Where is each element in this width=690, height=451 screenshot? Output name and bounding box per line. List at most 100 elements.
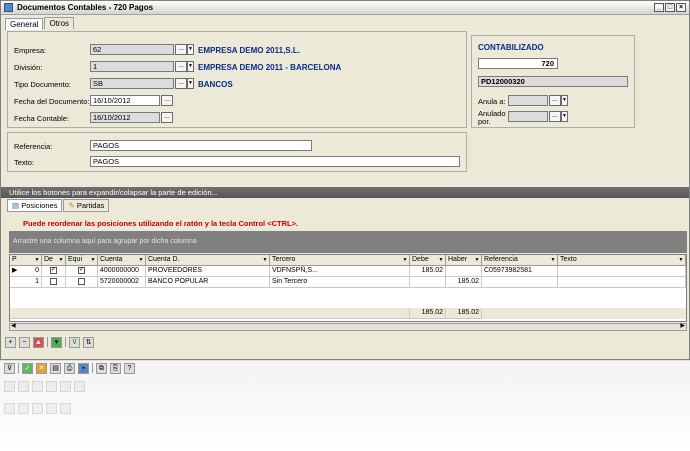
close-button[interactable]: ×: [676, 3, 686, 12]
expand-hint-bar[interactable]: Utilice los botones para expandir/colaps…: [1, 187, 689, 198]
anulado-dropdown-button[interactable]: ▼: [561, 111, 568, 122]
delete-icon[interactable]: ▲: [33, 336, 44, 348]
fecha-doc-field[interactable]: 16/10/2012: [90, 95, 160, 106]
status-text: CONTABILIZADO: [478, 43, 544, 52]
attach-icon[interactable]: ⎘: [110, 362, 121, 374]
division-field[interactable]: 1: [90, 61, 174, 72]
document-icon[interactable]: ▤: [50, 362, 61, 374]
haber-cell[interactable]: [446, 266, 482, 277]
fecha-doc-calendar-button[interactable]: ...: [161, 95, 173, 106]
texto-input[interactable]: PAGOS: [90, 156, 460, 167]
filter-icon[interactable]: ⊽: [69, 336, 80, 348]
anulado-lookup-button[interactable]: ...: [549, 111, 561, 122]
tab-general[interactable]: General: [5, 18, 44, 30]
col-header-texto[interactable]: Texto ▼: [558, 255, 686, 266]
print-icon[interactable]: ⎙: [64, 362, 75, 374]
texto-cell[interactable]: [558, 277, 686, 288]
horizontal-scrollbar[interactable]: ◀ ▶: [9, 323, 687, 331]
reflection-icon: [32, 402, 43, 414]
anula-lookup-button[interactable]: ...: [549, 95, 561, 106]
haber-cell[interactable]: 185.02: [446, 277, 482, 288]
col-header-debe[interactable]: Debe ▼: [410, 255, 446, 266]
col-header-tercero[interactable]: Tercero ▼: [270, 255, 410, 266]
equi-checkbox[interactable]: ✓: [78, 266, 85, 274]
reflection-icon: [18, 402, 29, 414]
main-toolbar: ⊽ ✓ ✕ ▤ ⎙ ▪ ⧉ ⎘ ?: [4, 361, 135, 375]
equi-checkbox[interactable]: [78, 277, 85, 285]
anula-dropdown-button[interactable]: ▼: [561, 95, 568, 106]
tercero-cell[interactable]: Sin Tercero: [270, 277, 410, 288]
export-icon[interactable]: ▾: [51, 336, 62, 348]
debe-cell[interactable]: 185.02: [410, 266, 446, 277]
tipo-field[interactable]: SB: [90, 78, 174, 89]
help-icon[interactable]: ?: [124, 362, 135, 374]
fecha-doc-label: Fecha del Documento:: [14, 97, 90, 106]
table-row[interactable]: 1 5720000002 BANCO POPULAR Sin Tercero 1…: [10, 277, 686, 288]
de-checkbox[interactable]: ✓: [50, 266, 57, 274]
de-checkbox[interactable]: [50, 277, 57, 285]
col-header-de[interactable]: De ▼: [42, 255, 66, 266]
reflection-icon: [4, 402, 15, 414]
reflection-icon: [4, 380, 15, 392]
col-header-equi[interactable]: Equi ▼: [66, 255, 98, 266]
minimize-button[interactable]: _: [654, 3, 664, 12]
grid-footer: 185.02 185.02: [10, 308, 686, 319]
copy-icon[interactable]: ⧉: [96, 362, 107, 374]
scroll-left-icon: ◀: [11, 323, 16, 329]
tercero-cell[interactable]: VDFNSPÑ,S...: [270, 266, 410, 277]
texto-label: Texto:: [14, 158, 35, 167]
division-lookup-button[interactable]: ...: [175, 61, 187, 72]
col-header-p[interactable]: P ▼: [10, 255, 42, 266]
referencia-input[interactable]: PAGOS: [90, 140, 312, 151]
col-header-haber[interactable]: Haber ▼: [446, 255, 482, 266]
app-icon: [4, 3, 13, 12]
anula-label: Anula a:: [478, 97, 506, 106]
accept-icon[interactable]: ✓: [22, 362, 33, 374]
maximize-button[interactable]: □: [665, 3, 675, 12]
tipo-lookup-button[interactable]: ...: [175, 78, 187, 89]
division-desc: EMPRESA DEMO 2011 - BARCELONA: [198, 63, 342, 72]
filter-icon[interactable]: ⊽: [4, 362, 15, 374]
remove-row-icon[interactable]: −: [19, 336, 30, 348]
tipo-dropdown-button[interactable]: ▼: [187, 78, 194, 89]
col-header-cuenta-d[interactable]: Cuenta D. ▼: [146, 255, 270, 266]
tab-partidas[interactable]: ✎ Partidas: [63, 199, 110, 212]
debe-cell[interactable]: [410, 277, 446, 288]
tab-posiciones[interactable]: ▤ Posiciones: [7, 199, 63, 212]
fecha-cont-calendar-button[interactable]: ...: [161, 112, 173, 123]
reflection-toolbar-2: [4, 401, 71, 415]
grid-header: P ▼ De ▼ Equi ▼ Cuenta ▼ Cuenta D. ▼ Tercero ▼…: [10, 255, 686, 266]
col-header-referencia[interactable]: Referencia ▼: [482, 255, 558, 266]
header-panel: Empresa: 62 ... ▼ EMPRESA DEMO 2011,S.L.…: [7, 31, 467, 128]
empresa-field[interactable]: 62: [90, 44, 174, 55]
cuenta-cell[interactable]: 4000000000: [98, 266, 146, 277]
division-label: División:: [14, 63, 43, 72]
total-haber: 185.02: [446, 308, 482, 319]
table-row[interactable]: ▶ 0 ✓ ✓ 4000000000 PROVEEDORES VDFNSPÑ,S.…: [10, 266, 686, 277]
tipo-label: Tipo Documento:: [14, 80, 71, 89]
group-by-area[interactable]: Arrastre una columna aquí para agrupar p…: [9, 231, 687, 253]
anulado-field[interactable]: [508, 111, 548, 122]
anula-field[interactable]: [508, 95, 548, 106]
add-row-icon[interactable]: +: [5, 336, 16, 348]
texto-cell[interactable]: [558, 266, 686, 277]
cancel-icon[interactable]: ✕: [36, 362, 47, 374]
cuenta-d-cell[interactable]: PROVEEDORES: [146, 266, 270, 277]
sort-icon[interactable]: ⇅: [83, 336, 94, 348]
bottom-area: ⊽ ✓ ✕ ▤ ⎙ ▪ ⧉ ⎘ ?: [0, 360, 690, 451]
document-code: PD12000320: [478, 76, 628, 87]
referencia-cell[interactable]: C05973982581: [482, 266, 558, 277]
tab-otros[interactable]: Otros: [44, 17, 75, 29]
cuenta-d-cell[interactable]: BANCO POPULAR: [146, 277, 270, 288]
division-dropdown-button[interactable]: ▼: [187, 61, 194, 72]
fecha-cont-field[interactable]: 16/10/2012: [90, 112, 160, 123]
tab-posiciones-label: Posiciones: [21, 201, 58, 210]
reflection-toolbar-1: [4, 379, 85, 393]
referencia-cell[interactable]: [482, 277, 558, 288]
empresa-dropdown-button[interactable]: ▼: [187, 44, 194, 55]
col-header-cuenta[interactable]: Cuenta ▼: [98, 255, 146, 266]
reflection-icon: [46, 380, 57, 392]
empresa-lookup-button[interactable]: ...: [175, 44, 187, 55]
cuenta-cell[interactable]: 5720000002: [98, 277, 146, 288]
window-icon[interactable]: ▪: [78, 362, 89, 374]
